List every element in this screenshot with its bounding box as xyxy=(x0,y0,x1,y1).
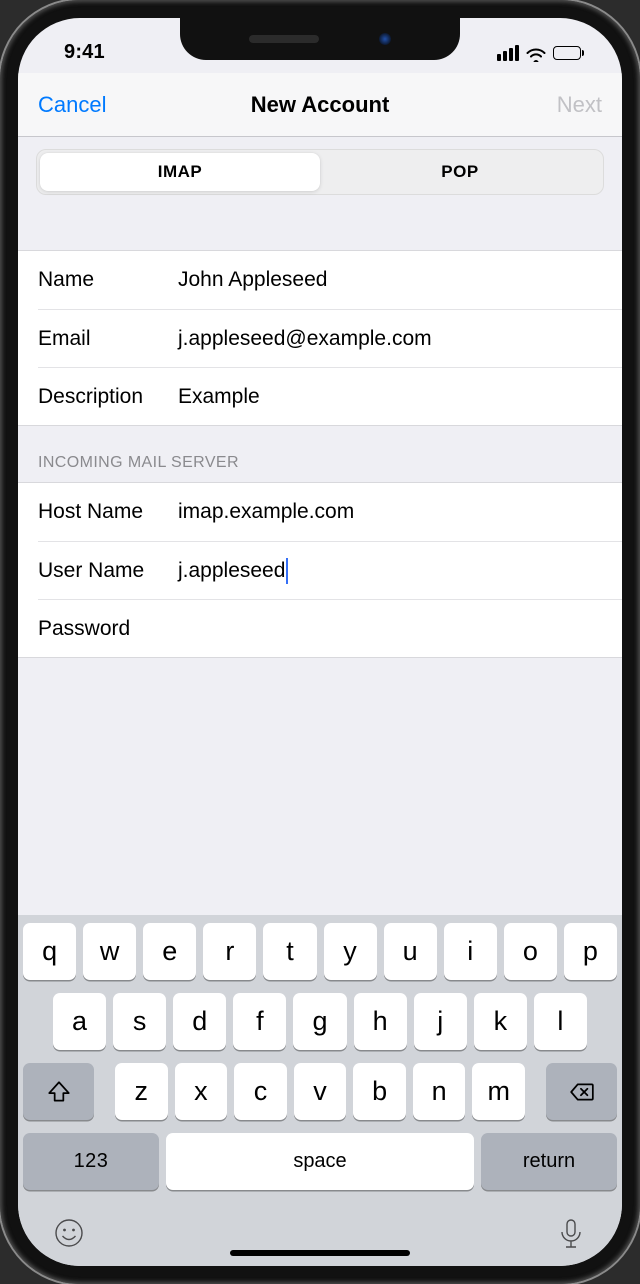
row-user[interactable]: User Name j.appleseed xyxy=(38,541,622,599)
key-y[interactable]: y xyxy=(324,923,377,980)
name-field[interactable]: John Appleseed xyxy=(178,268,602,292)
key-r[interactable]: r xyxy=(203,923,256,980)
segment-imap[interactable]: IMAP xyxy=(40,153,320,191)
incoming-header: INCOMING MAIL SERVER xyxy=(18,426,622,482)
key-e[interactable]: e xyxy=(143,923,196,980)
protocol-segmented-control[interactable]: IMAP POP xyxy=(36,149,604,195)
page-title: New Account xyxy=(18,92,622,118)
row-name[interactable]: Name John Appleseed xyxy=(18,251,622,309)
screen: 9:41 Cancel New Account Next IMAP xyxy=(18,18,622,1266)
status-time: 9:41 xyxy=(48,41,105,64)
battery-icon xyxy=(553,46,584,60)
key-a[interactable]: a xyxy=(53,993,106,1050)
row-password[interactable]: Password xyxy=(38,599,622,657)
home-indicator[interactable] xyxy=(230,1250,410,1256)
keyboard-footer xyxy=(23,1203,617,1254)
notch xyxy=(180,18,460,60)
email-field[interactable]: j.appleseed@example.com xyxy=(178,327,602,351)
key-t[interactable]: t xyxy=(263,923,316,980)
description-field[interactable]: Example xyxy=(178,385,602,409)
key-d[interactable]: d xyxy=(173,993,226,1050)
key-s[interactable]: s xyxy=(113,993,166,1050)
key-u[interactable]: u xyxy=(384,923,437,980)
keyboard-row-1: qwertyuiop xyxy=(23,923,617,980)
keyboard-row-3: zxcvbnm xyxy=(23,1063,617,1120)
next-button[interactable]: Next xyxy=(557,92,602,118)
label-password: Password xyxy=(38,617,178,641)
key-n[interactable]: n xyxy=(413,1063,466,1120)
text-cursor xyxy=(286,558,288,584)
row-description[interactable]: Description Example xyxy=(38,367,622,425)
nav-bar: Cancel New Account Next xyxy=(18,73,622,137)
label-description: Description xyxy=(38,385,178,409)
form-content[interactable]: IMAP POP Name John Appleseed Email j.app… xyxy=(18,137,622,915)
keyboard-row-2: asdfghjkl xyxy=(23,993,617,1050)
device-frame: 9:41 Cancel New Account Next IMAP xyxy=(0,0,640,1284)
key-m[interactable]: m xyxy=(472,1063,525,1120)
key-z[interactable]: z xyxy=(115,1063,168,1120)
key-g[interactable]: g xyxy=(293,993,346,1050)
key-h[interactable]: h xyxy=(354,993,407,1050)
keyboard-row-bottom: 123 space return xyxy=(23,1133,617,1190)
cancel-button[interactable]: Cancel xyxy=(38,92,106,118)
key-o[interactable]: o xyxy=(504,923,557,980)
segment-pop[interactable]: POP xyxy=(320,153,600,191)
key-l[interactable]: l xyxy=(534,993,587,1050)
row-host[interactable]: Host Name imap.example.com xyxy=(18,483,622,541)
keyboard[interactable]: qwertyuiop asdfghjkl zxcvbnm 123 space r… xyxy=(18,915,622,1266)
wifi-icon xyxy=(526,45,546,60)
key-p[interactable]: p xyxy=(564,923,617,980)
return-key[interactable]: return xyxy=(481,1133,617,1190)
user-name-field[interactable]: j.appleseed xyxy=(178,558,602,584)
key-k[interactable]: k xyxy=(474,993,527,1050)
row-email[interactable]: Email j.appleseed@example.com xyxy=(38,309,622,367)
key-x[interactable]: x xyxy=(175,1063,228,1120)
key-i[interactable]: i xyxy=(444,923,497,980)
key-v[interactable]: v xyxy=(294,1063,347,1120)
backspace-key[interactable] xyxy=(546,1063,617,1120)
incoming-group: Host Name imap.example.com User Name j.a… xyxy=(18,482,622,658)
dictation-key[interactable] xyxy=(555,1217,587,1254)
key-q[interactable]: q xyxy=(23,923,76,980)
numbers-key[interactable]: 123 xyxy=(23,1133,159,1190)
label-name: Name xyxy=(38,268,178,292)
label-host-name: Host Name xyxy=(38,500,178,524)
key-c[interactable]: c xyxy=(234,1063,287,1120)
emoji-key[interactable] xyxy=(53,1217,85,1254)
shift-key[interactable] xyxy=(23,1063,94,1120)
cellular-signal-icon xyxy=(497,45,519,61)
key-b[interactable]: b xyxy=(353,1063,406,1120)
label-email: Email xyxy=(38,327,178,351)
label-user-name: User Name xyxy=(38,559,178,583)
space-key[interactable]: space xyxy=(166,1133,474,1190)
key-f[interactable]: f xyxy=(233,993,286,1050)
host-name-field[interactable]: imap.example.com xyxy=(178,500,602,524)
key-j[interactable]: j xyxy=(414,993,467,1050)
account-group: Name John Appleseed Email j.appleseed@ex… xyxy=(18,250,622,426)
key-w[interactable]: w xyxy=(83,923,136,980)
